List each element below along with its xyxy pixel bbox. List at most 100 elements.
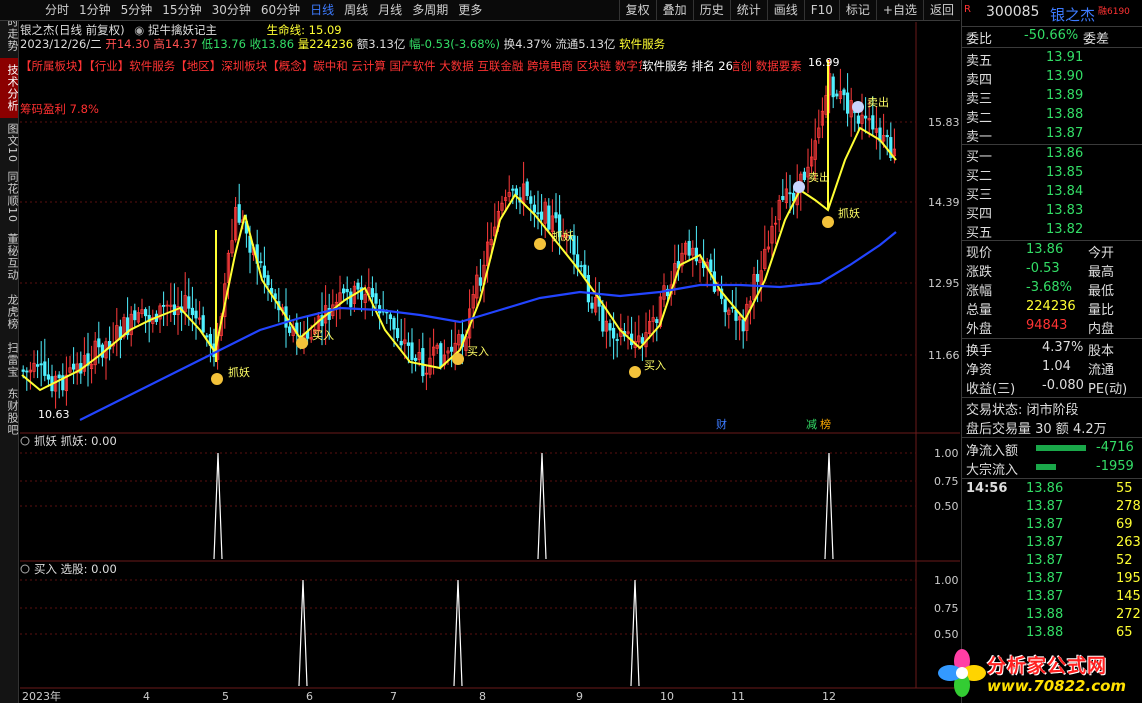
bid-price: 13.84 bbox=[1046, 184, 1084, 199]
candle-body bbox=[576, 254, 580, 268]
candle-body bbox=[525, 181, 529, 196]
sell-label: 卖出 bbox=[867, 95, 889, 109]
candle-body bbox=[529, 196, 533, 204]
candle-body bbox=[846, 92, 850, 114]
candle-body bbox=[439, 343, 443, 368]
ask-price: 13.90 bbox=[1046, 69, 1084, 84]
x-axis-tick: 9 bbox=[576, 690, 583, 703]
quote-row: 收益(三) -0.080 PE(动) bbox=[966, 378, 1142, 397]
candle-body bbox=[356, 282, 360, 290]
candle-body bbox=[237, 204, 241, 223]
sub1-axis-tick: 1.00 bbox=[934, 447, 959, 460]
sell-face-icon bbox=[852, 101, 864, 113]
candle-body bbox=[399, 340, 403, 346]
candle-body bbox=[601, 305, 605, 332]
candle-body bbox=[586, 275, 591, 303]
candle-body bbox=[287, 326, 292, 333]
quote-row: 涨幅 -3.68% 最低 bbox=[966, 280, 1142, 299]
ask-price: 13.87 bbox=[1046, 126, 1084, 141]
candle-body bbox=[478, 277, 483, 286]
price-tick: 14.39 bbox=[928, 196, 960, 209]
x-axis-tick: 10 bbox=[660, 690, 674, 703]
candle-body bbox=[259, 261, 263, 264]
quote-panel: 300085 银之杰 R 融6190 委比 -50.66% 委差 卖五 13.91 卖四 13.90… bbox=[961, 0, 1142, 703]
candle-body bbox=[410, 342, 414, 360]
catch-label: 抓妖 bbox=[552, 229, 574, 243]
flow1-label: 净流入额 bbox=[966, 444, 1019, 459]
divider bbox=[962, 240, 1142, 241]
flow1-bar bbox=[1036, 445, 1086, 451]
stat2-label-2: 股本 bbox=[1088, 344, 1115, 359]
flow2-label: 大宗流入 bbox=[966, 463, 1019, 478]
quote-row: 涨跌 -0.53 最高 bbox=[966, 261, 1142, 280]
candle-body bbox=[370, 288, 375, 298]
catch-label: 抓妖 bbox=[838, 206, 860, 220]
candle-body bbox=[536, 212, 540, 215]
tick-price: 13.88 bbox=[1026, 625, 1064, 640]
stat-label-2: 今开 bbox=[1088, 246, 1115, 261]
kline-chart[interactable]: 15.8314.3912.9511.6616.9910.63抓妖买入买入抓妖买入… bbox=[0, 0, 960, 703]
sub2-axis-tick: 0.75 bbox=[934, 602, 959, 615]
quote-row: 13.88 65 bbox=[966, 625, 1142, 643]
stat-label: 总量 bbox=[966, 303, 993, 318]
candle-body bbox=[709, 259, 713, 273]
stat-label-2: 最低 bbox=[1088, 284, 1115, 299]
candle-body bbox=[161, 305, 166, 307]
candle-body bbox=[734, 309, 738, 321]
x-axis-tick: 4 bbox=[143, 690, 150, 703]
flow2-bar bbox=[1036, 464, 1056, 470]
stat-label: 现价 bbox=[966, 246, 993, 261]
candle-body bbox=[43, 361, 47, 376]
quote-row: 总量 224236 量比 bbox=[966, 299, 1142, 318]
x-axis-tick: 7 bbox=[390, 690, 397, 703]
candle-body bbox=[655, 319, 659, 324]
candle-body bbox=[349, 291, 353, 308]
divider bbox=[962, 338, 1142, 339]
ask-label: 卖三 bbox=[966, 92, 993, 107]
candle-body bbox=[25, 370, 29, 373]
tick-price: 13.87 bbox=[1026, 553, 1064, 568]
stat2-label: 换手 bbox=[966, 344, 993, 359]
candle-body bbox=[143, 309, 148, 317]
candle-body bbox=[781, 196, 785, 200]
candle-body bbox=[532, 204, 537, 213]
stat2-label-2: PE(动) bbox=[1088, 382, 1128, 397]
quote-row: 13.87 69 bbox=[966, 517, 1142, 535]
tick-price: 13.87 bbox=[1026, 589, 1064, 604]
candle-body bbox=[756, 273, 760, 282]
candle-body bbox=[871, 115, 875, 130]
ask-label: 卖五 bbox=[966, 54, 993, 69]
ask-price: 13.89 bbox=[1046, 88, 1084, 103]
stat-label-2: 最高 bbox=[1088, 265, 1115, 280]
smiley-icon bbox=[296, 337, 308, 349]
tick-volume: 195 bbox=[1116, 571, 1141, 586]
bid-label: 买二 bbox=[966, 169, 993, 184]
candle-body bbox=[201, 315, 205, 333]
sub1-title: 抓妖 抓妖: 0.00 bbox=[34, 434, 117, 448]
event-jian-label: 减 bbox=[806, 418, 817, 431]
candle-body bbox=[413, 357, 418, 361]
candle-body bbox=[554, 212, 558, 219]
sell-face-icon bbox=[793, 181, 805, 193]
tick-price: 13.86 bbox=[1026, 481, 1064, 496]
quote-row: 300085 银之杰 R 融6190 bbox=[964, 4, 1142, 24]
divider bbox=[962, 144, 1142, 145]
ask-price: 13.91 bbox=[1046, 50, 1084, 65]
candle-body bbox=[583, 264, 587, 279]
bid-price: 13.82 bbox=[1046, 222, 1084, 237]
candle-body bbox=[856, 115, 861, 124]
collapse-icon bbox=[20, 436, 30, 446]
divider bbox=[962, 437, 1142, 438]
weibi-label: 委比 bbox=[966, 32, 993, 47]
money-bag-icon bbox=[822, 216, 834, 228]
candle-body bbox=[133, 310, 137, 321]
stock-name-right: 银之杰 bbox=[1050, 6, 1096, 24]
stat-label: 涨跌 bbox=[966, 265, 993, 280]
stat2-value: -0.080 bbox=[1042, 378, 1084, 393]
money-bag-icon bbox=[534, 238, 546, 250]
buy-label: 买入 bbox=[467, 345, 489, 358]
candle-body bbox=[187, 296, 191, 309]
ask-label: 卖二 bbox=[966, 111, 993, 126]
stat-value: -3.68% bbox=[1026, 280, 1072, 295]
bid-label: 买一 bbox=[966, 150, 993, 165]
